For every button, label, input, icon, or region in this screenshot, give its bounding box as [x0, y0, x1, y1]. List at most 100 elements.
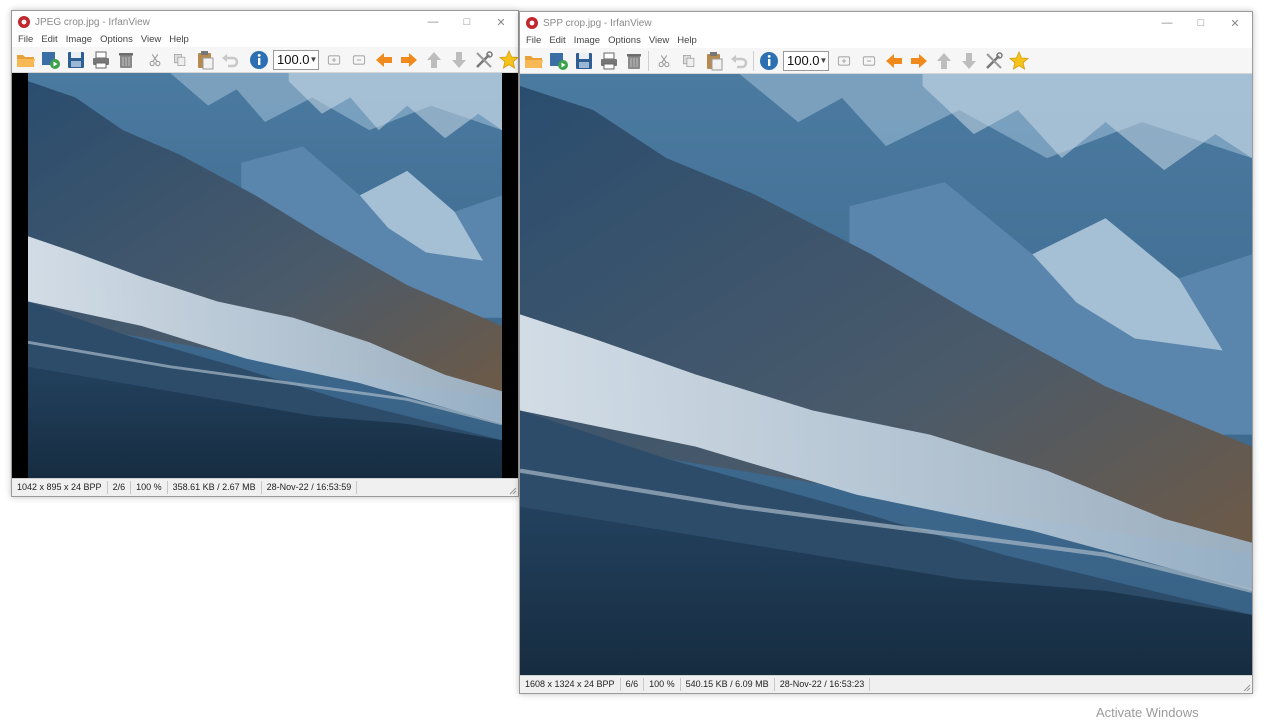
previous-button[interactable]: [881, 49, 906, 73]
image-viewport[interactable]: [12, 73, 518, 479]
previous-icon: [375, 52, 392, 67]
irfanview-app-icon[interactable]: [525, 16, 539, 30]
open-folder-icon: [524, 55, 543, 68]
image-viewport[interactable]: [520, 74, 1252, 675]
print-button[interactable]: [88, 48, 113, 72]
last-button[interactable]: [956, 49, 981, 73]
status-timestamp: 28-Nov-22 / 16:53:59: [262, 481, 358, 494]
paste-icon: [706, 51, 722, 70]
chevron-down-icon[interactable]: ▼: [820, 56, 828, 65]
menu-file[interactable]: File: [522, 34, 545, 48]
zoom-in-button[interactable]: [321, 48, 346, 72]
close-button[interactable]: ✕: [1218, 12, 1252, 34]
menu-options[interactable]: Options: [604, 34, 645, 48]
info-icon: [249, 50, 268, 69]
menu-view[interactable]: View: [645, 34, 673, 48]
irfanview-app-icon[interactable]: [17, 15, 31, 29]
menu-edit[interactable]: Edit: [37, 33, 61, 47]
close-icon: ✕: [1230, 17, 1240, 30]
paste-button[interactable]: [192, 48, 217, 72]
print-button[interactable]: [596, 49, 621, 73]
last-icon: [961, 52, 976, 69]
copy-icon: [173, 53, 185, 66]
toolbar-separator: [753, 50, 754, 71]
slideshow-button[interactable]: [546, 49, 571, 73]
zoom-out-button[interactable]: [856, 49, 881, 73]
delete-button[interactable]: [621, 49, 646, 73]
zoom-in-icon: [837, 55, 850, 66]
toolbar: 100.0 ▼: [520, 48, 1252, 74]
delete-button[interactable]: [113, 48, 138, 72]
previous-icon: [885, 53, 902, 68]
menu-view[interactable]: View: [137, 33, 165, 47]
minimize-button[interactable]: —: [1150, 12, 1184, 34]
maximize-button[interactable]: □: [1184, 12, 1218, 34]
last-icon: [451, 51, 466, 68]
status-dimensions: 1608 x 1324 x 24 BPP: [520, 678, 621, 691]
save-icon: [575, 52, 592, 69]
zoom-value: 100.0: [277, 52, 310, 67]
zoom-combobox[interactable]: 100.0 ▼: [783, 50, 829, 71]
save-button[interactable]: [571, 49, 596, 73]
slideshow-icon: [41, 51, 60, 69]
favorites-icon: [498, 49, 519, 69]
menu-edit[interactable]: Edit: [545, 34, 569, 48]
zoom-in-button[interactable]: [831, 49, 856, 73]
slideshow-icon: [549, 52, 568, 70]
maximize-button[interactable]: □: [450, 11, 484, 33]
toolbar-separator: [648, 50, 649, 71]
title-bar[interactable]: SPP crop.jpg - IrfanView — □ ✕: [520, 12, 1252, 34]
copy-button[interactable]: [676, 49, 701, 73]
previous-button[interactable]: [371, 48, 396, 72]
menu-file[interactable]: File: [14, 33, 37, 47]
properties-button[interactable]: [981, 49, 1006, 73]
last-button[interactable]: [446, 48, 471, 72]
minimize-icon: —: [427, 16, 439, 28]
menu-options[interactable]: Options: [96, 33, 137, 47]
next-button[interactable]: [906, 49, 931, 73]
cut-button[interactable]: [651, 49, 676, 73]
delete-icon: [626, 53, 641, 69]
status-zoom: 100 %: [131, 481, 168, 494]
undo-button[interactable]: [217, 48, 242, 72]
close-button[interactable]: ✕: [484, 11, 518, 33]
info-button[interactable]: [756, 49, 781, 73]
slideshow-button[interactable]: [38, 48, 63, 72]
menu-image[interactable]: Image: [570, 34, 604, 48]
paste-button[interactable]: [701, 49, 726, 73]
open-button[interactable]: [521, 49, 546, 73]
resize-grip-icon[interactable]: [1243, 684, 1251, 692]
status-zoom: 100 %: [644, 678, 681, 691]
resize-grip-icon[interactable]: [509, 487, 517, 495]
first-button[interactable]: [931, 49, 956, 73]
undo-icon: [730, 54, 747, 68]
favorites-button[interactable]: [1006, 49, 1031, 73]
favorites-button[interactable]: [496, 48, 521, 72]
zoom-out-button[interactable]: [346, 48, 371, 72]
open-folder-icon: [16, 54, 35, 67]
save-button[interactable]: [63, 48, 88, 72]
menu-help[interactable]: Help: [165, 33, 193, 47]
zoom-out-icon: [862, 55, 875, 66]
menu-help[interactable]: Help: [673, 34, 701, 48]
activate-windows-watermark: Activate Windows: [1096, 705, 1199, 720]
undo-button[interactable]: [726, 49, 751, 73]
first-icon: [426, 51, 441, 68]
open-button[interactable]: [13, 48, 38, 72]
copy-button[interactable]: [167, 48, 192, 72]
minimize-button[interactable]: —: [416, 11, 450, 33]
menu-image[interactable]: Image: [62, 33, 96, 47]
info-button[interactable]: [246, 48, 271, 72]
menu-bar: File Edit Image Options View Help: [520, 34, 1252, 48]
title-bar[interactable]: JPEG crop.jpg - IrfanView — □ ✕: [12, 11, 518, 33]
next-button[interactable]: [396, 48, 421, 72]
cut-button[interactable]: [142, 48, 167, 72]
chevron-down-icon[interactable]: ▼: [310, 55, 318, 64]
print-icon: [92, 51, 109, 68]
maximize-icon: □: [1197, 17, 1205, 29]
first-button[interactable]: [421, 48, 446, 72]
undo-icon: [221, 53, 238, 67]
properties-button[interactable]: [471, 48, 496, 72]
zoom-combobox[interactable]: 100.0 ▼: [273, 49, 319, 70]
cut-icon: [149, 53, 160, 66]
